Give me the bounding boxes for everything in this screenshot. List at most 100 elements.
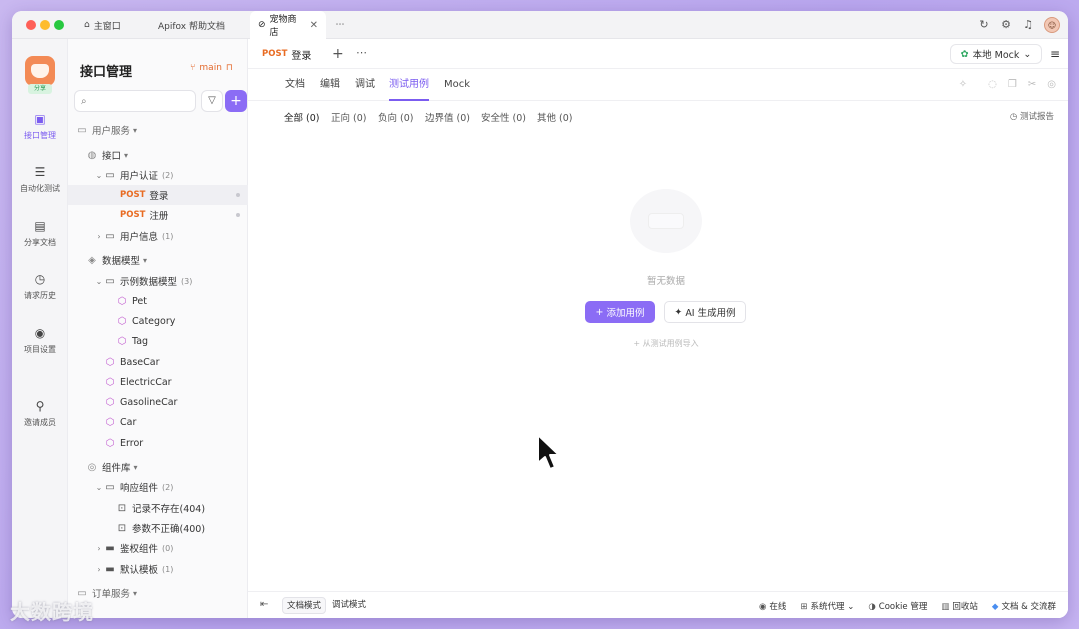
tree-model-car[interactable]: ⬡ Car [68, 412, 248, 432]
filter-positive[interactable]: 正向 (0) [331, 110, 366, 124]
branch-selector[interactable]: ⑂ main ⊓ [190, 63, 233, 73]
tree-folder-auth-components[interactable]: › ▬ 鉴权组件 (0) [68, 538, 248, 558]
tab-home[interactable]: ⌂ 主窗口 [76, 11, 146, 39]
rail-item-history[interactable]: ◷ 请求历史 [12, 272, 68, 301]
tree-folder-user-auth[interactable]: ⌄ ▭ 用户认证 (2) [68, 165, 248, 185]
status-dot [236, 193, 240, 197]
add-case-button[interactable]: + 添加用例 [585, 301, 655, 323]
ai-generate-button[interactable]: ✦ AI 生成用例 [664, 301, 746, 323]
document-tab-bar: POST 登录 + ⋯ ✿ 本地 Mock ⌄ ≡ [248, 39, 1068, 69]
tree-label: 组件库 [102, 463, 131, 474]
tree-model-electriccar[interactable]: ⬡ ElectricCar [68, 372, 248, 392]
tree-model-gasolinecar[interactable]: ⬡ GasolineCar [68, 392, 248, 412]
share-badge: 分享 [28, 84, 52, 94]
tab-mock[interactable]: Mock [444, 69, 470, 101]
book-icon: ▤ [34, 219, 46, 233]
tab-doc[interactable]: 文档 [285, 69, 305, 101]
doc-tab-login[interactable]: POST 登录 [262, 39, 311, 69]
tree-label: 响应组件 [120, 483, 159, 494]
doc-mode-button[interactable]: 文档模式 [282, 597, 327, 614]
tree-section-order-service[interactable]: ▭ 订单服务 ▾ [68, 583, 248, 603]
filter-boundary[interactable]: 边界值 (0) [425, 110, 470, 124]
new-tab-icon[interactable]: + [332, 46, 344, 62]
tree-model-tag[interactable]: ⬡ Tag [68, 331, 248, 351]
recycle-label: 回收站 [952, 601, 978, 612]
sparkle-icon[interactable]: ✧ [959, 79, 967, 90]
tree-folder-default-templates[interactable]: › ▬ 默认模板 (1) [68, 559, 248, 579]
filter-other[interactable]: 其他 (0) [537, 110, 572, 124]
api-tree-sidebar: 接口管理 ⑂ main ⊓ ⌕ ▽ + ▭ 用户服务 ▾ ◍ 接口 ▾ ⌄ ▭ … [68, 39, 248, 618]
close-window-button[interactable] [26, 20, 36, 30]
menu-icon[interactable]: ≡ [1046, 44, 1064, 64]
avatar[interactable]: ☺ [1044, 17, 1060, 33]
system-proxy[interactable]: ⊞ 系统代理 ⌄ [800, 600, 854, 612]
tab-edit[interactable]: 编辑 [320, 69, 340, 101]
tree-section-user-service[interactable]: ▭ 用户服务 ▾ [68, 120, 248, 140]
project-logo[interactable] [25, 56, 55, 86]
tab-debug[interactable]: 调试 [355, 69, 375, 101]
tree-response-400[interactable]: ⊡ 参数不正确(400) [68, 518, 248, 538]
tree-group-api[interactable]: ◍ 接口 ▾ [68, 145, 248, 165]
filter-button[interactable]: ▽ [201, 90, 223, 112]
refresh-icon[interactable]: ↻ [978, 19, 990, 31]
tree-folder-response-components[interactable]: ⌄ ▭ 响应组件 (2) [68, 477, 248, 497]
tree-label: Category [132, 315, 176, 327]
main-panel: POST 登录 + ⋯ ✿ 本地 Mock ⌄ ≡ 文档 编辑 调试 测试用例 … [248, 39, 1068, 618]
watermark: 大数跨境 [10, 600, 94, 624]
test-report-link[interactable]: ◷ 测试报告 [1010, 110, 1054, 122]
tree-group-data-models[interactable]: ◈ 数据模型 ▾ [68, 250, 248, 270]
tree-response-404[interactable]: ⊡ 记录不存在(404) [68, 498, 248, 518]
rail-item-share-docs[interactable]: ▤ 分享文档 [12, 219, 68, 248]
caret-down-icon: ▾ [133, 462, 138, 472]
gear-icon[interactable]: ⚙ [1000, 19, 1012, 31]
rail-item-automation[interactable]: ☰ 自动化测试 [12, 165, 68, 194]
tree-model-category[interactable]: ⬡ Category [68, 311, 248, 331]
rail-item-settings[interactable]: ◉ 项目设置 [12, 326, 68, 355]
maximize-window-button[interactable] [54, 20, 64, 30]
copy-icon[interactable]: ❐ [1008, 79, 1017, 90]
tree-group-components[interactable]: ◎ 组件库 ▾ [68, 457, 248, 477]
rail-item-api-management[interactable]: ▣ 接口管理 [12, 112, 68, 141]
tab-help-docs[interactable]: Apifox 帮助文档 [150, 11, 244, 39]
settings-icon[interactable]: ◎ [1047, 79, 1056, 90]
tree-endpoint-register[interactable]: POST 注册 [68, 205, 248, 225]
status-dot [236, 213, 240, 217]
tree-model-error[interactable]: ⬡ Error [68, 433, 248, 453]
debug-mode-button[interactable]: 调试模式 [328, 597, 370, 614]
add-button[interactable]: + [225, 90, 247, 112]
tree-endpoint-login[interactable]: POST 登录 [68, 185, 248, 205]
cookie-manager[interactable]: ◑ Cookie 管理 [868, 600, 927, 612]
collapse-sidebar-icon[interactable]: ⇤ [260, 599, 268, 610]
more-icon[interactable]: ⋯ [356, 46, 367, 59]
filter-all[interactable]: 全部 (0) [284, 110, 319, 124]
bell-icon[interactable]: ♫ [1022, 19, 1034, 31]
rail-item-invite[interactable]: ⚲ 邀请成员 [12, 399, 68, 428]
tree-label: 登录 [149, 191, 169, 202]
filter-security[interactable]: 安全性 (0) [481, 110, 526, 124]
rail-item-label: 接口管理 [24, 131, 56, 140]
tree-folder-sample-models[interactable]: ⌄ ▭ 示例数据模型 (3) [68, 271, 248, 291]
folder-icon: ▭ [105, 169, 115, 181]
link-icon: ⊘ [258, 20, 266, 30]
share-icon[interactable]: ◌ [988, 79, 997, 90]
import-from-cases-link[interactable]: + 从测试用例导入 [248, 338, 1068, 349]
tools-icon[interactable]: ✂ [1028, 79, 1036, 90]
tab-test-cases[interactable]: 测试用例 [389, 69, 429, 101]
tree-label: 默认模板 [120, 565, 159, 576]
tree-model-pet[interactable]: ⬡ Pet [68, 291, 248, 311]
filter-negative[interactable]: 负向 (0) [378, 110, 413, 124]
recycle-bin[interactable]: ▥ 回收站 [941, 600, 978, 612]
minimize-window-button[interactable] [40, 20, 50, 30]
import-label: 从测试用例导入 [642, 339, 699, 348]
docs-community[interactable]: ◆ 文档 & 交流群 [992, 600, 1056, 612]
tree-folder-user-info[interactable]: › ▭ 用户信息 (1) [68, 226, 248, 246]
tab-pet-store[interactable]: ⊘ 宠物商店 ✕ [250, 11, 326, 39]
chevron-down-icon: ⌄ [95, 276, 103, 286]
search-input[interactable]: ⌕ [74, 90, 196, 112]
tree-model-basecar[interactable]: ⬡ BaseCar [68, 352, 248, 372]
tab-more-button[interactable]: ⋯ [328, 11, 352, 39]
close-icon[interactable]: ✕ [310, 20, 318, 31]
environment-select[interactable]: ✿ 本地 Mock ⌄ [950, 44, 1042, 64]
online-status[interactable]: ◉ 在线 [759, 600, 786, 612]
docs-icon: ◆ [991, 601, 999, 612]
